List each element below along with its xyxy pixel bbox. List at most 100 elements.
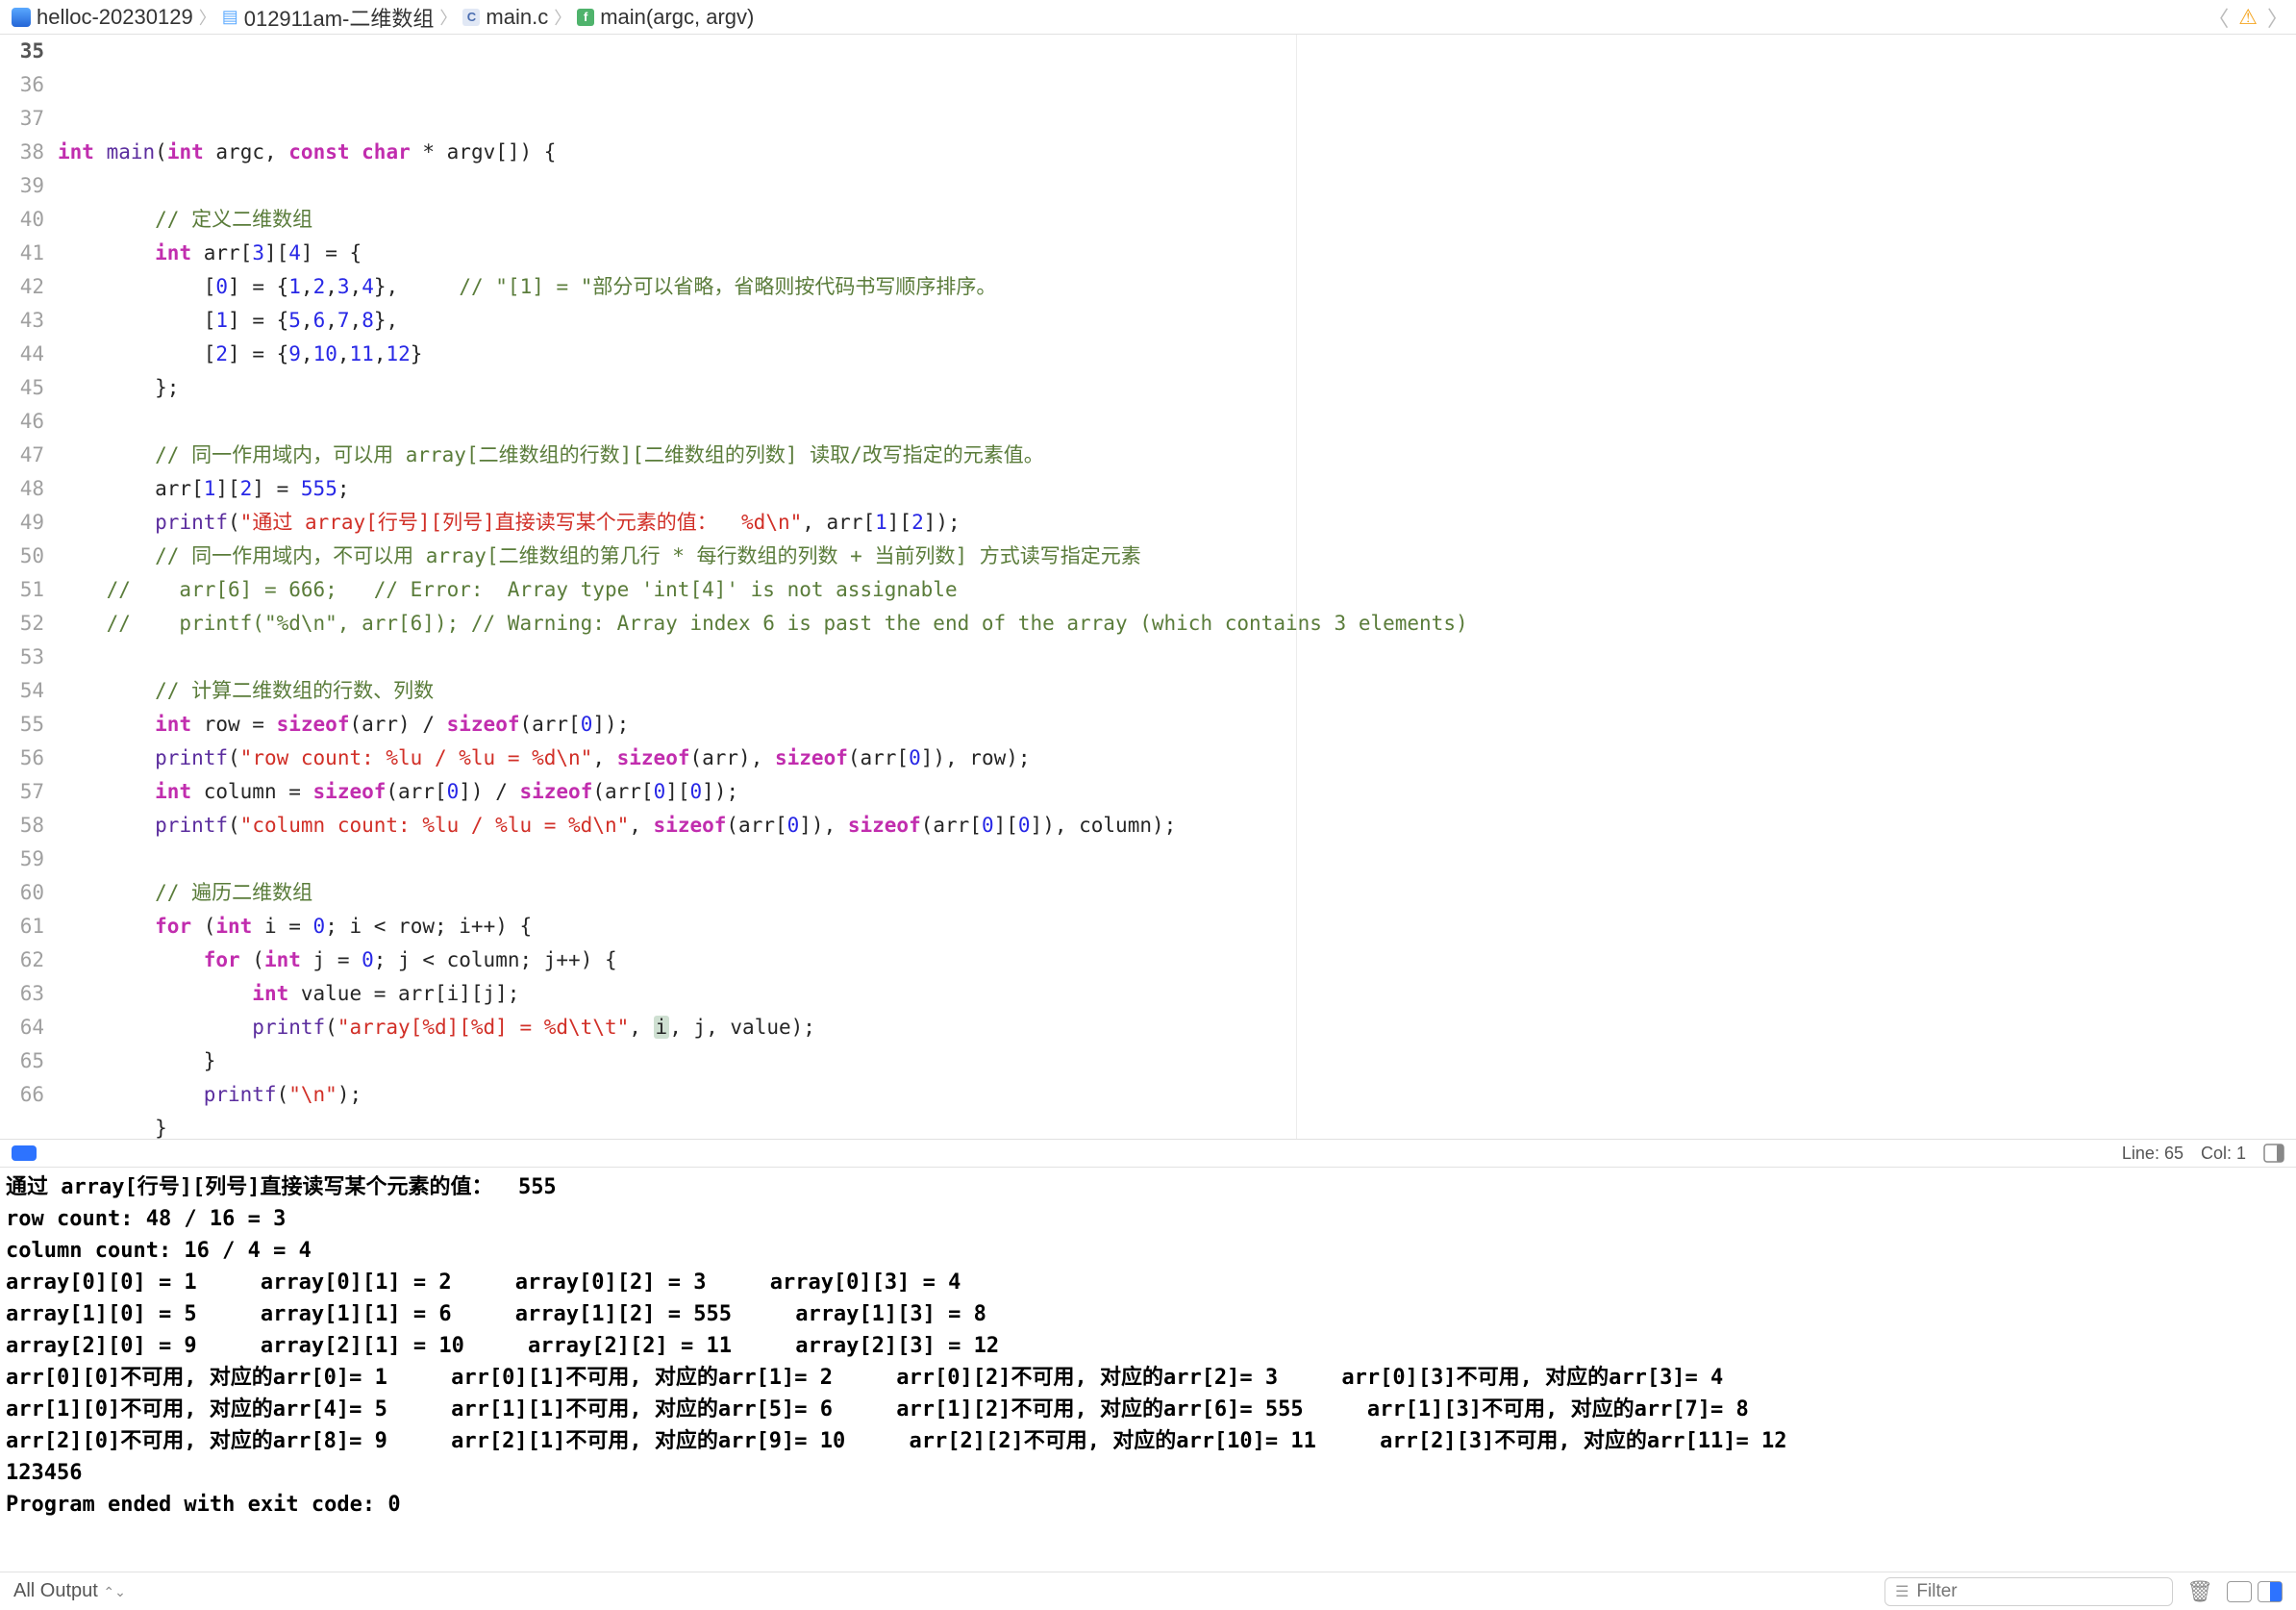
cursor-line-label: Line: 65 [2122, 1144, 2184, 1164]
debug-bottom-bar: All Output ⌃⌄ ☰ 🗑 [0, 1572, 2296, 1610]
line-number: 52 [0, 607, 44, 641]
code-line[interactable] [56, 843, 2296, 876]
line-number: 42 [0, 270, 44, 304]
line-number: 63 [0, 977, 44, 1011]
code-line[interactable] [56, 405, 2296, 439]
code-line[interactable]: int value = arr[i][j]; [56, 977, 2296, 1011]
code-line[interactable]: [0] = {1,2,3,4}, // "[1] = "部分可以省略，省略则按代… [56, 270, 2296, 304]
function-icon: f [577, 9, 594, 26]
breadcrumb-file[interactable]: C main.c [459, 5, 552, 30]
line-number: 65 [0, 1044, 44, 1078]
chevron-right-icon: 〉 [439, 5, 457, 30]
line-number: 61 [0, 910, 44, 943]
breadcrumb-project-label: helloc-20230129 [37, 5, 193, 30]
line-number: 38 [0, 136, 44, 169]
line-number: 54 [0, 674, 44, 708]
line-number: 48 [0, 472, 44, 506]
code-line[interactable]: // 同一作用域内，可以用 array[二维数组的行数][二维数组的列数] 读取… [56, 439, 2296, 472]
line-number: 60 [0, 876, 44, 910]
line-number: 58 [0, 809, 44, 843]
line-number: 50 [0, 540, 44, 573]
line-number: 51 [0, 573, 44, 607]
filter-icon: ☰ [1895, 1582, 1909, 1601]
breadcrumb-symbol-label: main(argc, argv) [600, 5, 754, 30]
code-line[interactable]: // arr[6] = 666; // Error: Array type 'i… [56, 573, 2296, 607]
code-line[interactable]: for (int j = 0; j < column; j++) { [56, 943, 2296, 977]
line-number: 49 [0, 506, 44, 540]
line-number: 37 [0, 102, 44, 136]
line-number: 47 [0, 439, 44, 472]
line-number: 64 [0, 1011, 44, 1044]
nav-forward-button[interactable]: 〉 [2267, 2, 2288, 33]
breadcrumb: helloc-20230129 〉 ▤ 012911am-二维数组 〉 C ma… [0, 0, 2296, 35]
code-line[interactable]: [1] = {5,6,7,8}, [56, 304, 2296, 338]
code-line[interactable]: // 同一作用域内，不可以用 array[二维数组的第几行 * 每行数组的列数 … [56, 540, 2296, 573]
show-console-view-button[interactable] [2258, 1581, 2283, 1602]
minimap-toggle-button[interactable] [2263, 1144, 2284, 1163]
code-line[interactable]: [2] = {9,10,11,12} [56, 338, 2296, 371]
line-number: 44 [0, 338, 44, 371]
code-line[interactable]: // 计算二维数组的行数、列数 [56, 674, 2296, 708]
line-number: 66 [0, 1078, 44, 1112]
code-line[interactable]: int arr[3][4] = { [56, 237, 2296, 270]
line-number: 40 [0, 203, 44, 237]
code-editor[interactable]: 3536373839404142434445464748495051525354… [0, 35, 2296, 1139]
breadcrumb-folder[interactable]: ▤ 012911am-二维数组 [218, 2, 438, 33]
breakpoint-toggle-button[interactable] [12, 1145, 37, 1161]
code-line[interactable]: printf("column count: %lu / %lu = %d\n",… [56, 809, 2296, 843]
folder-icon: ▤ [222, 7, 238, 27]
breadcrumb-file-label: main.c [486, 5, 548, 30]
code-line[interactable]: printf("\n"); [56, 1078, 2296, 1112]
console-filter-field[interactable]: ☰ [1884, 1577, 2173, 1606]
code-line[interactable]: // printf("%d\n", arr[6]); // Warning: A… [56, 607, 2296, 641]
nav-back-button[interactable]: 〈 [2208, 2, 2229, 33]
line-number: 36 [0, 68, 44, 102]
editor-status-bar: Line: 65 Col: 1 [0, 1139, 2296, 1168]
breadcrumb-symbol[interactable]: f main(argc, argv) [573, 5, 758, 30]
c-file-icon: C [462, 9, 480, 26]
output-selector[interactable]: All Output ⌃⌄ [13, 1580, 126, 1602]
code-line[interactable]: // 定义二维数组 [56, 203, 2296, 237]
source-code[interactable]: int main(int argc, const char * argv[]) … [56, 35, 2296, 1139]
code-line[interactable]: }; [56, 371, 2296, 405]
line-number: 41 [0, 237, 44, 270]
breadcrumb-project[interactable]: helloc-20230129 [8, 5, 197, 30]
code-line[interactable] [56, 169, 2296, 203]
code-line[interactable]: } [56, 1112, 2296, 1139]
chevron-right-icon: 〉 [199, 5, 216, 30]
line-number: 55 [0, 708, 44, 742]
show-variables-view-button[interactable] [2227, 1581, 2252, 1602]
code-line[interactable]: int row = sizeof(arr) / sizeof(arr[0]); [56, 708, 2296, 742]
line-number: 39 [0, 169, 44, 203]
xcode-project-icon [12, 8, 31, 27]
breadcrumb-folder-label: 012911am-二维数组 [244, 2, 435, 33]
output-selector-label: All Output [13, 1580, 98, 1601]
line-number: 35 [0, 35, 44, 68]
line-number: 62 [0, 943, 44, 977]
line-number: 46 [0, 405, 44, 439]
chevron-right-icon: 〉 [554, 5, 571, 30]
code-line[interactable]: arr[1][2] = 555; [56, 472, 2296, 506]
line-number: 53 [0, 641, 44, 674]
cursor-col-label: Col: 1 [2201, 1144, 2246, 1164]
clear-console-button[interactable]: 🗑 [2186, 1579, 2213, 1604]
updown-icon: ⌃⌄ [103, 1584, 125, 1599]
code-line[interactable]: int main(int argc, const char * argv[]) … [56, 136, 2296, 169]
code-line[interactable]: } [56, 1044, 2296, 1078]
line-number: 45 [0, 371, 44, 405]
line-number: 43 [0, 304, 44, 338]
code-line[interactable] [56, 641, 2296, 674]
line-number: 56 [0, 742, 44, 775]
code-line[interactable]: printf("通过 array[行号][列号]直接读写某个元素的值： %d\n… [56, 506, 2296, 540]
code-line[interactable]: printf("row count: %lu / %lu = %d\n", si… [56, 742, 2296, 775]
line-number: 57 [0, 775, 44, 809]
line-number: 59 [0, 843, 44, 876]
code-line[interactable]: // 遍历二维数组 [56, 876, 2296, 910]
code-line[interactable]: printf("array[%d][%d] = %d\t\t", i, j, v… [56, 1011, 2296, 1044]
code-line[interactable]: int column = sizeof(arr[0]) / sizeof(arr… [56, 775, 2296, 809]
warning-indicator-icon[interactable]: ⚠︎ [2238, 5, 2258, 30]
code-line[interactable]: for (int i = 0; i < row; i++) { [56, 910, 2296, 943]
console-filter-input[interactable] [1916, 1581, 2162, 1602]
debug-console-output[interactable]: 通过 array[行号][列号]直接读写某个元素的值： 555 row coun… [0, 1168, 2296, 1572]
line-number-gutter: 3536373839404142434445464748495051525354… [0, 35, 56, 1139]
